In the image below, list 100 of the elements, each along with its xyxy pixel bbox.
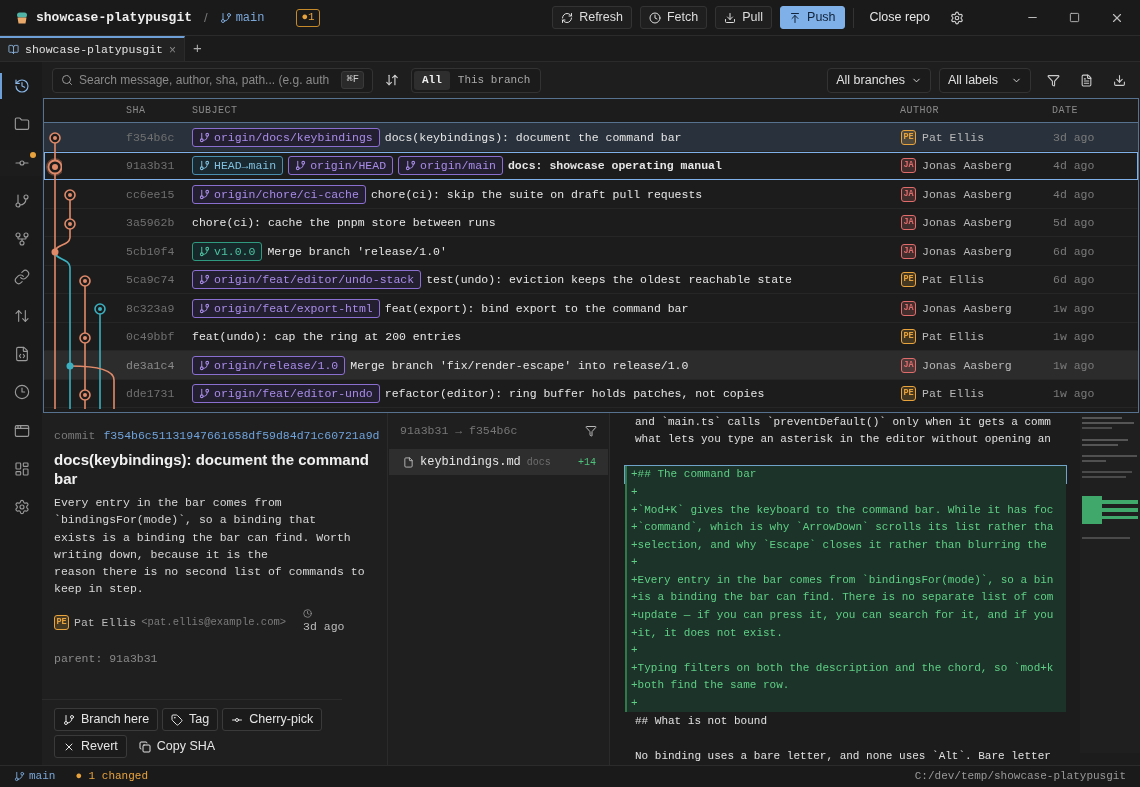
sha-cell-text: f354b6c bbox=[126, 129, 176, 146]
author-name: Pat Ellis bbox=[922, 272, 985, 289]
tab-close-button[interactable]: × bbox=[169, 40, 177, 59]
history-icon bbox=[14, 78, 30, 94]
sha-cell-text: de3a1c4 bbox=[126, 357, 176, 374]
context-line: No binding uses a bare letter, and none uses `Alt`. Bare letter bbox=[634, 748, 1052, 764]
fork-icon bbox=[14, 231, 30, 248]
status-branch: main bbox=[14, 768, 56, 785]
toolbar-action-button[interactable]: Fetch bbox=[639, 6, 708, 29]
commit-action-button[interactable]: Revert bbox=[54, 735, 127, 758]
commit-sha: f354b6c51131947661658df59d84d71c60721a9d bbox=[103, 428, 380, 444]
date-cell-text: 1w ago bbox=[1053, 386, 1096, 403]
author-avatar: JA bbox=[901, 158, 916, 174]
clock-icon bbox=[14, 384, 30, 401]
branch-icon bbox=[199, 388, 210, 400]
folder-icon bbox=[14, 116, 30, 133]
column-header: DATE bbox=[1052, 104, 1079, 118]
sha-cell-text: 8c323a9 bbox=[126, 300, 176, 317]
commit-subject: feat(undo): cap the ring at 200 entries bbox=[192, 329, 462, 346]
commit-row[interactable]: f354b6c origin/docs/keybindings docs(keybindings): document the command bar PE Pat Ellis 3d ago bbox=[44, 123, 1138, 152]
scope-option[interactable]: This branch bbox=[449, 70, 539, 90]
toolbar-action-button[interactable]: Pull bbox=[715, 6, 773, 29]
settings-icon bbox=[14, 499, 30, 516]
column-header: SHA bbox=[126, 104, 147, 118]
commit-action-button[interactable]: Tag bbox=[162, 708, 219, 731]
branch-icon bbox=[199, 131, 210, 143]
commit-action-button[interactable]: Copy SHA bbox=[130, 735, 224, 758]
filter-icon[interactable] bbox=[585, 425, 597, 437]
commit-row[interactable]: dde1731 origin/feat/editor-undo refactor(editor): ring buffer holds patches, not copies PE Pat Ellis 1w ago bbox=[44, 379, 1138, 408]
branch-icon bbox=[63, 713, 75, 726]
label-filter-dropdown[interactable]: All labels bbox=[939, 67, 1031, 93]
close-repo-button[interactable]: Close repo bbox=[861, 8, 938, 27]
branch-icon bbox=[14, 192, 30, 209]
changes-badge: ●1 bbox=[296, 8, 320, 27]
search-icon bbox=[61, 74, 73, 86]
sha-cell-text: cc6ee15 bbox=[126, 186, 176, 203]
repo-tab[interactable]: showcase-platypusgit × bbox=[0, 36, 186, 61]
app-logo-icon bbox=[16, 11, 28, 24]
date-cell-text: 4d ago bbox=[1053, 158, 1096, 175]
author-avatar: JA bbox=[901, 215, 916, 231]
author-name: Pat Ellis bbox=[922, 329, 985, 346]
file-name: keybindings.md bbox=[420, 454, 521, 471]
repo-path: C:/dev/temp/showcase-platypusgit bbox=[914, 769, 1126, 785]
changed-file-row[interactable]: keybindings.md docs +14 bbox=[389, 449, 608, 475]
download-icon[interactable] bbox=[1113, 73, 1126, 87]
date-cell-text: 6d ago bbox=[1053, 243, 1096, 260]
author-name: Jonas Aasberg bbox=[922, 357, 1012, 374]
tab-label: showcase-platypusgit bbox=[25, 41, 164, 58]
sha-cell-text: 3a5962b bbox=[126, 215, 176, 232]
commit-action-button[interactable]: Branch here bbox=[54, 708, 159, 731]
context-line: and `main.ts` calls `preventDefault()` only when it gets a comm bbox=[634, 414, 1052, 430]
commit-subject: chore(ci): skip the suite on draft pull requests bbox=[370, 186, 703, 203]
column-header: SUBJECT bbox=[192, 104, 239, 118]
context-line: ## What is not bound bbox=[634, 713, 769, 729]
branch-icon bbox=[199, 188, 210, 200]
date-cell-text: 5d ago bbox=[1053, 215, 1096, 232]
commit-row[interactable]: de3a1c4 origin/release/1.0 Merge branch 'fix/render-escape' into release/1.0 JA Jonas Aasberg 1w ago bbox=[44, 351, 1138, 380]
repo-name: showcase-platypusgit bbox=[36, 8, 193, 27]
branch-filter-dropdown[interactable]: All branches bbox=[827, 67, 931, 93]
branch-icon bbox=[199, 302, 210, 314]
file-folder: docs bbox=[526, 455, 551, 470]
sha-cell-text: dde1731 bbox=[126, 386, 176, 403]
added-lines-count: +14 bbox=[578, 455, 596, 470]
search-field[interactable]: Search message, author, sha, path... (e.g. auth ⌘F bbox=[52, 67, 373, 93]
sha-cell-text: 5ca9c74 bbox=[126, 272, 176, 289]
date-cell-text: 3d ago bbox=[1053, 129, 1096, 146]
author-avatar: PE bbox=[901, 129, 916, 145]
date-cell-text: 6d ago bbox=[1053, 272, 1096, 289]
document-icon[interactable] bbox=[1080, 73, 1093, 87]
tag-icon bbox=[171, 713, 184, 726]
branch-icon bbox=[199, 359, 210, 371]
commit-subject: docs(keybindings): document the command bar bbox=[384, 129, 682, 146]
commit-message: Every entry in the bar comes from `bindingsFor(mode)`, so a binding that exists is a binding the bar can find. Worth writing down, because it is the reason there is no second list of commands to keep in step. bbox=[54, 495, 366, 598]
author-avatar: PE bbox=[901, 272, 916, 288]
clock-icon bbox=[303, 609, 313, 619]
commit-subject: feat(export): bind export to the command bar bbox=[384, 300, 689, 317]
branch-switcher[interactable]: main bbox=[219, 8, 265, 27]
ref-label: origin/feat/export-html bbox=[192, 298, 380, 318]
settings-icon[interactable] bbox=[950, 10, 964, 25]
author-name: Jonas Aasberg bbox=[922, 243, 1012, 260]
parent-sha: parent: 91a3b31 bbox=[54, 650, 159, 667]
commit-title: docs(keybindings): document the command bar bbox=[54, 450, 371, 489]
toolbar-action-button[interactable]: Refresh bbox=[552, 6, 632, 29]
maximize-icon[interactable] bbox=[1069, 12, 1080, 23]
commit-subject: Merge branch 'release/1.0' bbox=[267, 243, 447, 260]
ref-label: origin/chore/ci-cache bbox=[192, 184, 366, 204]
commit-subject: Merge branch 'fix/render-escape' into release/1.0 bbox=[350, 357, 689, 374]
author-avatar: PE bbox=[54, 615, 69, 631]
branch-icon bbox=[295, 160, 307, 172]
branch-icon bbox=[219, 11, 232, 24]
author-avatar: JA bbox=[901, 300, 916, 316]
sort-icon[interactable] bbox=[385, 73, 399, 87]
scope-option[interactable]: All bbox=[414, 70, 450, 90]
toolbar-action-button[interactable]: Push bbox=[780, 6, 845, 29]
branch-icon bbox=[14, 771, 25, 782]
filter-icon[interactable] bbox=[1047, 73, 1060, 87]
commit-action-button[interactable]: Cherry-pick bbox=[222, 708, 323, 731]
sha-cell-text: 0c49bbf bbox=[126, 329, 176, 346]
new-tab-button[interactable]: + bbox=[185, 36, 210, 61]
author-avatar: PE bbox=[901, 329, 916, 345]
